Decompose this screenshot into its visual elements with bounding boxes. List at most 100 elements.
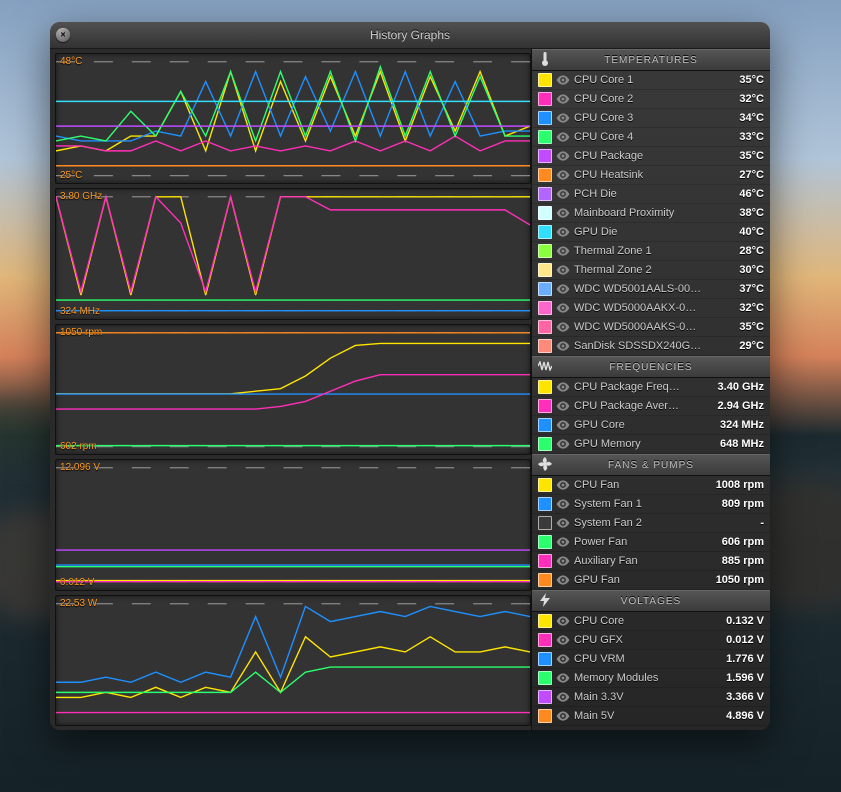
visibility-toggle[interactable] — [556, 282, 570, 296]
visibility-toggle[interactable] — [556, 478, 570, 492]
graph-temps[interactable]: 48°C25°C — [55, 53, 531, 184]
color-swatch[interactable] — [538, 614, 552, 628]
sensor-row[interactable]: Main 5V4.896 V — [532, 707, 770, 726]
visibility-toggle[interactable] — [556, 418, 570, 432]
color-swatch[interactable] — [538, 225, 552, 239]
sensor-row[interactable]: GPU Memory648 MHz — [532, 435, 770, 454]
color-swatch[interactable] — [538, 92, 552, 106]
visibility-toggle[interactable] — [556, 690, 570, 704]
color-swatch[interactable] — [538, 671, 552, 685]
visibility-toggle[interactable] — [556, 301, 570, 315]
close-button[interactable]: × — [56, 28, 70, 42]
visibility-toggle[interactable] — [556, 263, 570, 277]
visibility-toggle[interactable] — [556, 187, 570, 201]
sensor-row[interactable]: GPU Die40°C — [532, 223, 770, 242]
visibility-toggle[interactable] — [556, 73, 570, 87]
visibility-toggle[interactable] — [556, 573, 570, 587]
color-swatch[interactable] — [538, 244, 552, 258]
visibility-toggle[interactable] — [556, 614, 570, 628]
sensor-row[interactable]: CPU Package Aver…2.94 GHz — [532, 397, 770, 416]
visibility-toggle[interactable] — [556, 111, 570, 125]
color-swatch[interactable] — [538, 282, 552, 296]
sensors-sidebar[interactable]: TEMPERATURESCPU Core 135°CCPU Core 232°C… — [531, 49, 770, 730]
sensor-row[interactable]: Main 3.3V3.366 V — [532, 688, 770, 707]
visibility-toggle[interactable] — [556, 380, 570, 394]
color-swatch[interactable] — [538, 535, 552, 549]
visibility-toggle[interactable] — [556, 339, 570, 353]
sensor-row[interactable]: CPU Core 232°C — [532, 90, 770, 109]
sensor-row[interactable]: SanDisk SDSSDX240G…29°C — [532, 337, 770, 356]
color-swatch[interactable] — [538, 339, 552, 353]
color-swatch[interactable] — [538, 652, 552, 666]
sensor-row[interactable]: CPU Package35°C — [532, 147, 770, 166]
graph-fans[interactable]: 1050 rpm602 rpm — [55, 324, 531, 455]
color-swatch[interactable] — [538, 149, 552, 163]
sensor-row[interactable]: Memory Modules1.596 V — [532, 669, 770, 688]
sensor-row[interactable]: CPU Fan1008 rpm — [532, 476, 770, 495]
color-swatch[interactable] — [538, 263, 552, 277]
sensor-row[interactable]: CPU Core 334°C — [532, 109, 770, 128]
color-swatch[interactable] — [538, 111, 552, 125]
color-swatch[interactable] — [538, 380, 552, 394]
color-swatch[interactable] — [538, 301, 552, 315]
visibility-toggle[interactable] — [556, 709, 570, 723]
color-swatch[interactable] — [538, 690, 552, 704]
graph-volt[interactable]: 12.096 V0.012 V — [55, 459, 531, 590]
sensor-row[interactable]: WDC WD5001AALS-00…37°C — [532, 280, 770, 299]
sensor-row[interactable]: CPU Heatsink27°C — [532, 166, 770, 185]
color-swatch[interactable] — [538, 709, 552, 723]
sensor-row[interactable]: Mainboard Proximity38°C — [532, 204, 770, 223]
visibility-toggle[interactable] — [556, 516, 570, 530]
color-swatch[interactable] — [538, 73, 552, 87]
graph-freq[interactable]: 3.80 GHz324 MHz — [55, 188, 531, 319]
sensor-row[interactable]: CPU VRM1.776 V — [532, 650, 770, 669]
color-swatch[interactable] — [538, 320, 552, 334]
sensor-row[interactable]: Thermal Zone 230°C — [532, 261, 770, 280]
sensor-row[interactable]: CPU Package Freq…3.40 GHz — [532, 378, 770, 397]
visibility-toggle[interactable] — [556, 535, 570, 549]
visibility-toggle[interactable] — [556, 206, 570, 220]
visibility-toggle[interactable] — [556, 554, 570, 568]
visibility-toggle[interactable] — [556, 437, 570, 451]
sensor-row[interactable]: CPU Core0.132 V — [532, 612, 770, 631]
sensor-row[interactable]: WDC WD5000AAKS-0…35°C — [532, 318, 770, 337]
visibility-toggle[interactable] — [556, 225, 570, 239]
color-swatch[interactable] — [538, 418, 552, 432]
sensor-row[interactable]: GPU Core324 MHz — [532, 416, 770, 435]
color-swatch[interactable] — [538, 399, 552, 413]
section-header-temperatures[interactable]: TEMPERATURES — [532, 49, 770, 71]
sensor-row[interactable]: System Fan 1809 rpm — [532, 495, 770, 514]
visibility-toggle[interactable] — [556, 149, 570, 163]
visibility-toggle[interactable] — [556, 320, 570, 334]
visibility-toggle[interactable] — [556, 633, 570, 647]
color-swatch[interactable] — [538, 573, 552, 587]
visibility-toggle[interactable] — [556, 92, 570, 106]
visibility-toggle[interactable] — [556, 168, 570, 182]
sensor-row[interactable]: PCH Die46°C — [532, 185, 770, 204]
sensor-row[interactable]: GPU Fan1050 rpm — [532, 571, 770, 590]
section-header-frequencies[interactable]: FREQUENCIES — [532, 356, 770, 378]
visibility-toggle[interactable] — [556, 497, 570, 511]
sensor-row[interactable]: CPU GFX0.012 V — [532, 631, 770, 650]
color-swatch[interactable] — [538, 130, 552, 144]
sensor-row[interactable]: System Fan 2- — [532, 514, 770, 533]
color-swatch[interactable] — [538, 206, 552, 220]
visibility-toggle[interactable] — [556, 652, 570, 666]
color-swatch[interactable] — [538, 554, 552, 568]
graph-power[interactable]: 22.53 W — [55, 595, 531, 726]
color-swatch[interactable] — [538, 168, 552, 182]
visibility-toggle[interactable] — [556, 130, 570, 144]
color-swatch[interactable] — [538, 437, 552, 451]
color-swatch[interactable] — [538, 187, 552, 201]
color-swatch[interactable] — [538, 633, 552, 647]
sensor-row[interactable]: CPU Core 135°C — [532, 71, 770, 90]
sensor-row[interactable]: Auxiliary Fan885 rpm — [532, 552, 770, 571]
sensor-row[interactable]: Power Fan606 rpm — [532, 533, 770, 552]
section-header-voltages[interactable]: VOLTAGES — [532, 590, 770, 612]
section-header-fans-pumps[interactable]: FANS & PUMPS — [532, 454, 770, 476]
color-swatch[interactable] — [538, 497, 552, 511]
visibility-toggle[interactable] — [556, 244, 570, 258]
color-swatch[interactable] — [538, 516, 552, 530]
sensor-row[interactable]: CPU Core 433°C — [532, 128, 770, 147]
sensor-row[interactable]: WDC WD5000AAKX-0…32°C — [532, 299, 770, 318]
